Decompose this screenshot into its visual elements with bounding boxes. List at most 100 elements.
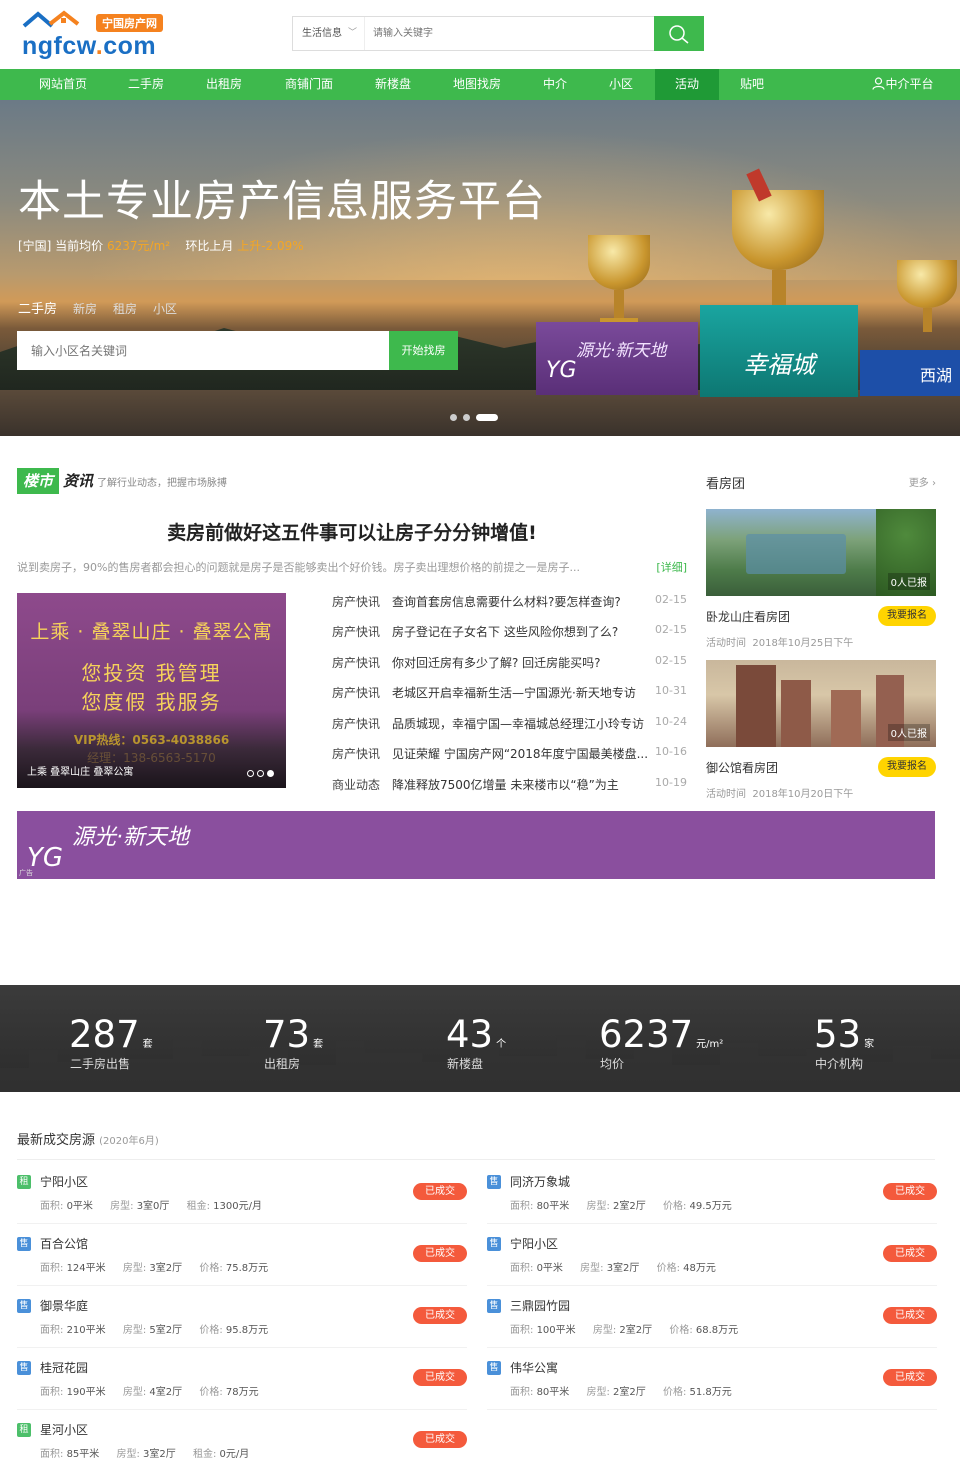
carousel-dot-active[interactable]	[476, 414, 498, 421]
banner-title: 本土专业房产信息服务平台	[18, 177, 546, 227]
news-item[interactable]: 房产快讯 见证荣耀 宁国房产网“2018年度宁国最美楼盘... 10-16	[332, 745, 687, 765]
sale-badge-icon: 售	[17, 1237, 31, 1251]
hero-banner: 源光·新天地 YG 幸福城 西湖 本土专业房产信息服务平台 [宁国] 当前均价 …	[0, 100, 960, 436]
community-search-input[interactable]	[17, 331, 389, 370]
deal-item[interactable]: 租 星河小区 面积: 85平米 房型: 3室2厅 租金: 0元/月 已成交	[17, 1421, 467, 1467]
signup-count: 0人已报	[887, 573, 930, 590]
sale-badge-icon: 售	[487, 1175, 501, 1189]
promo-dot-active[interactable]	[267, 770, 274, 777]
news-item[interactable]: 房产快讯 品质城现，幸福宁国—幸福城总经理江小玲专访 10-24	[332, 715, 687, 735]
news-detail-link[interactable]: [详细]	[652, 559, 687, 575]
deal-item[interactable]: 租 宁阳小区 面积: 0平米 房型: 3室0厅 租金: 1300元/月 已成交	[17, 1173, 467, 1225]
tour-card: 0人已报 卧龙山庄看房团 我要报名 活动时间 2018年10月25日下午	[706, 509, 936, 649]
banner-panel-xingfucheng[interactable]: 幸福城	[700, 305, 858, 397]
deal-item[interactable]: 售 百合公馆 面积: 124平米 房型: 3室2厅 价格: 75.8万元 已成交	[17, 1235, 467, 1287]
search-input[interactable]	[373, 17, 653, 50]
site-header: 宁国房产网 ngfcw.com 生活信息 ﹀	[0, 0, 960, 69]
nav-map-search[interactable]: 地图找房	[444, 69, 510, 100]
news-item[interactable]: 房产快讯 老城区开启幸福新生活—宁国源光·新天地专访 10-31	[332, 684, 687, 704]
tour-more-link[interactable]: 更多 ›	[909, 474, 936, 489]
tour-name[interactable]: 卧龙山庄看房团	[706, 608, 790, 625]
signup-button[interactable]: 我要报名	[878, 757, 936, 777]
trophy-icon	[893, 260, 960, 350]
nav-communities[interactable]: 小区	[600, 69, 642, 100]
nav-secondhand[interactable]: 二手房	[118, 69, 174, 100]
nav-events[interactable]: 活动	[655, 69, 719, 100]
search-icon	[669, 25, 689, 44]
nav-new-homes[interactable]: 新楼盘	[366, 69, 420, 100]
banner-panel-yg[interactable]: 源光·新天地 YG	[536, 322, 698, 395]
search-category-select[interactable]: 生活信息 ﹀	[293, 17, 365, 50]
tab-rental[interactable]: 租房	[113, 302, 137, 316]
banner-panel-xihu[interactable]: 西湖	[860, 350, 960, 396]
news-item[interactable]: 商业动态 降准释放7500亿增量 未来楼市以“稳”为主 10-19	[332, 776, 687, 796]
tab-community[interactable]: 小区	[153, 302, 177, 316]
status-badge: 已成交	[413, 1369, 467, 1386]
main-nav: 网站首页 二手房 出租房 商铺门面 新楼盘 地图找房 中介 小区 活动 贴吧 中…	[0, 69, 960, 100]
site-logo[interactable]: 宁国房产网 ngfcw.com	[18, 10, 178, 60]
deal-item[interactable]: 售 宁阳小区 面积: 0平米 房型: 3室2厅 价格: 48万元 已成交	[487, 1235, 937, 1287]
stats-bar: 287 套二手房出售 73 套出租房 43 个新楼盘 6237 元/m² 均价 53 家中介…	[0, 985, 960, 1092]
trophy-icon	[722, 168, 834, 320]
news-item[interactable]: 房产快讯 房子登记在子女名下 这些风险你想到了么? 02-15	[332, 623, 687, 643]
news-summary: 说到卖房子，90%的售房者都会担心的问题就是房子是否能够卖出个好价钱。房子卖出理…	[17, 559, 687, 575]
site-search: 生活信息 ﹀	[292, 16, 704, 51]
promo-dot[interactable]	[247, 770, 254, 777]
tab-secondhand[interactable]: 二手房	[18, 302, 57, 317]
deal-item[interactable]: 售 御景华庭 面积: 210平米 房型: 5室2厅 价格: 95.8万元 已成交	[17, 1297, 467, 1349]
status-badge: 已成交	[413, 1245, 467, 1262]
nav-agent-platform[interactable]: 中介平台	[866, 69, 940, 100]
deals-divider	[17, 1159, 935, 1160]
carousel-dot[interactable]	[463, 414, 470, 421]
status-badge: 已成交	[413, 1431, 467, 1448]
search-button[interactable]	[654, 16, 704, 51]
status-badge: 已成交	[883, 1183, 937, 1200]
nav-agents[interactable]: 中介	[533, 69, 577, 100]
deal-item[interactable]: 售 三鼎园竹园 面积: 100平米 房型: 2室2厅 价格: 68.8万元 已成…	[487, 1297, 937, 1349]
deal-item[interactable]: 售 伟华公寓 面积: 80平米 房型: 2室2厅 价格: 51.8万元 已成交	[487, 1359, 937, 1411]
sale-badge-icon: 售	[17, 1299, 31, 1313]
deal-item[interactable]: 售 同济万象城 面积: 80平米 房型: 2室2厅 价格: 49.5万元 已成交	[487, 1173, 937, 1225]
status-badge: 已成交	[883, 1245, 937, 1262]
promo-dot[interactable]	[257, 770, 264, 777]
tour-time: 活动时间 2018年10月25日下午	[706, 638, 854, 649]
nav-forum[interactable]: 贴吧	[730, 69, 774, 100]
start-search-button[interactable]: 开始找房	[389, 331, 458, 370]
nav-home[interactable]: 网站首页	[28, 69, 98, 100]
sale-badge-icon: 售	[17, 1361, 31, 1375]
news-headline[interactable]: 卖房前做好这五件事可以让房子分分钟增值!	[17, 518, 687, 545]
tour-card: 0人已报 御公馆看房团 我要报名 活动时间 2018年10月20日下午	[706, 660, 936, 800]
carousel-dots	[450, 410, 504, 424]
tour-name[interactable]: 御公馆看房团	[706, 759, 778, 776]
status-badge: 已成交	[413, 1307, 467, 1324]
deals-header: 最新成交房源 (2020年6月)	[17, 1133, 159, 1148]
rent-badge-icon: 租	[17, 1175, 31, 1189]
user-icon	[872, 77, 886, 90]
signup-button[interactable]: 我要报名	[878, 606, 936, 626]
rent-badge-icon: 租	[17, 1423, 31, 1437]
news-section-header: 楼市 资讯 了解行业动态，把握市场脉搏	[17, 468, 227, 494]
promo-caption: 上乘 叠翠山庄 叠翠公寓	[27, 767, 134, 778]
deal-item[interactable]: 售 桂冠花园 面积: 190平米 房型: 4室2厅 价格: 78万元 已成交	[17, 1359, 467, 1411]
tab-new-homes[interactable]: 新房	[73, 302, 97, 316]
promo-slideshow[interactable]: 上乘 · 叠翠山庄 · 叠翠公寓 您投资 我管理 您度假 我服务 VIP热线：0…	[17, 593, 286, 788]
stat-new-homes: 43 个新楼盘	[446, 1013, 507, 1071]
stat-agencies: 53 家中介机构	[814, 1013, 875, 1071]
news-item[interactable]: 房产快讯 查询首套房信息需要什么材料?要怎样查询? 02-15	[332, 593, 687, 613]
chevron-down-icon: ﹀	[347, 28, 357, 38]
news-item[interactable]: 房产快讯 你对回迁房有多少了解? 回迁房能买吗? 02-15	[332, 654, 687, 674]
nav-rental[interactable]: 出租房	[196, 69, 252, 100]
status-badge: 已成交	[883, 1369, 937, 1386]
tour-image[interactable]: 0人已报	[706, 509, 936, 596]
chevron-right-icon: ›	[932, 478, 936, 489]
tour-image[interactable]: 0人已报	[706, 660, 936, 747]
logo-tagline: 宁国房产网	[96, 14, 163, 32]
status-badge: 已成交	[413, 1183, 467, 1200]
status-badge: 已成交	[883, 1307, 937, 1324]
ad-label: 广告	[19, 869, 33, 877]
stat-avg-price: 6237 元/m² 均价	[599, 1013, 724, 1071]
carousel-dot[interactable]	[450, 414, 457, 421]
ad-banner[interactable]: 源光·新天地 YG 广告	[17, 811, 935, 879]
nav-shops[interactable]: 商铺门面	[276, 69, 342, 100]
logo-wordmark: ngfcw.com	[22, 32, 157, 60]
